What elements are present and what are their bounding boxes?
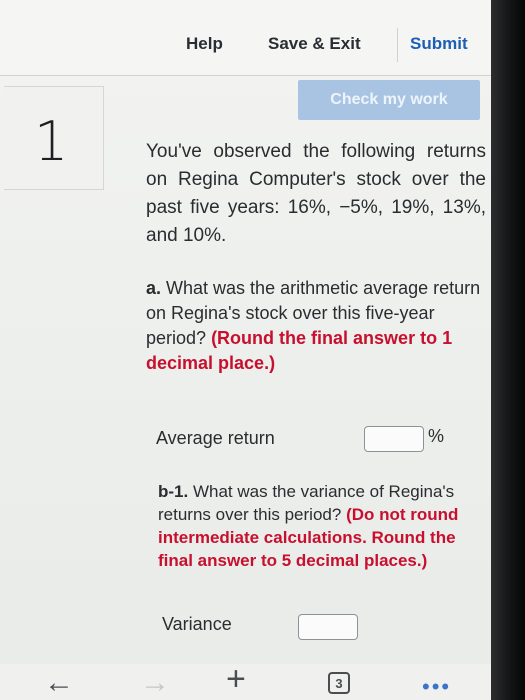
back-arrow-icon[interactable]: ← [44,666,74,700]
screen: Help Save & Exit Submit Check my work 1 … [0,0,496,700]
more-icon[interactable]: ••• [422,674,451,700]
variance-row: Variance [162,608,362,640]
device-edge [491,0,525,700]
question-number: 1 [34,110,69,173]
part-a: a. What was the arithmetic average retur… [146,276,486,376]
variance-label: Variance [162,613,232,634]
question-intro: You've observed the following returns on… [146,141,486,246]
forward-arrow-icon[interactable]: → [140,666,170,700]
check-my-work-button[interactable]: Check my work [298,80,480,120]
part-b1-label: b-1. [158,482,189,501]
submit-button[interactable]: Submit [410,34,468,54]
average-return-label: Average return [156,427,275,448]
save-exit-button[interactable]: Save & Exit [268,34,361,54]
part-a-label: a. [146,278,162,298]
toolbar-divider [397,28,398,62]
average-return-input[interactable] [364,426,424,452]
top-toolbar: Help Save & Exit Submit [0,0,496,76]
browser-bottom-bar: ← → + 3 ••• [0,660,496,700]
part-b1: b-1. What was the variance of Regina's r… [158,480,478,572]
help-button[interactable]: Help [186,34,223,54]
tabs-icon[interactable]: 3 [328,672,350,694]
variance-input[interactable] [298,614,358,640]
average-return-row: Average return % [156,422,456,454]
plus-icon[interactable]: + [226,660,246,699]
percent-unit: % [428,426,445,446]
